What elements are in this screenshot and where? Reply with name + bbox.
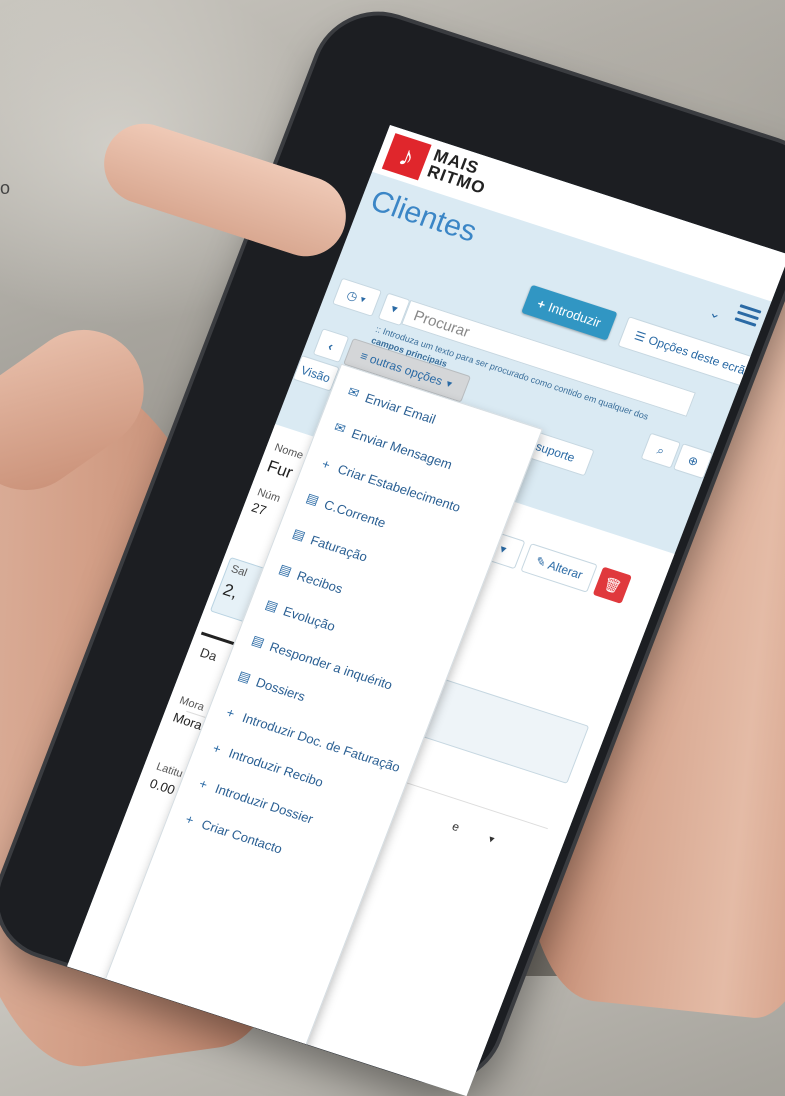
background-text: o bbox=[0, 178, 11, 198]
introduzir-button[interactable]: + Introduzir bbox=[521, 284, 618, 341]
back-button[interactable]: ‹ bbox=[312, 328, 350, 363]
menu-item-label: Recibos bbox=[294, 567, 346, 596]
caret-down-icon: ▼ bbox=[485, 833, 498, 846]
plus-icon: + bbox=[535, 295, 548, 312]
chevron-left-icon: ‹ bbox=[326, 337, 336, 354]
zoom-icon: ⊕ bbox=[685, 453, 701, 470]
chevron-down-icon[interactable]: ⌄ bbox=[707, 304, 724, 324]
menu-item-label: Criar Contacto bbox=[199, 816, 285, 857]
saldo-value: 2, bbox=[220, 579, 241, 603]
menu-item-label: Enviar Email bbox=[363, 389, 438, 427]
menu-item-label: Dossiers bbox=[254, 674, 308, 704]
menu-item-label: Evolução bbox=[281, 602, 338, 634]
search-icon: ⌕ bbox=[655, 442, 667, 458]
caret-down-icon: ▼ bbox=[387, 302, 401, 316]
hamburger-menu-icon[interactable] bbox=[734, 304, 762, 328]
trash-icon: 🗑 bbox=[601, 574, 624, 595]
logo-icon: ♪ bbox=[381, 133, 432, 181]
caret-down-icon: ▼ bbox=[443, 377, 456, 390]
saldo-label: Sal bbox=[229, 563, 249, 580]
menu-item-label: Faturação bbox=[308, 531, 370, 565]
menu-item-label: C.Corrente bbox=[322, 496, 389, 531]
list-icon: ☰ bbox=[632, 328, 648, 345]
history-button[interactable]: ◷ ▼ bbox=[332, 277, 383, 317]
